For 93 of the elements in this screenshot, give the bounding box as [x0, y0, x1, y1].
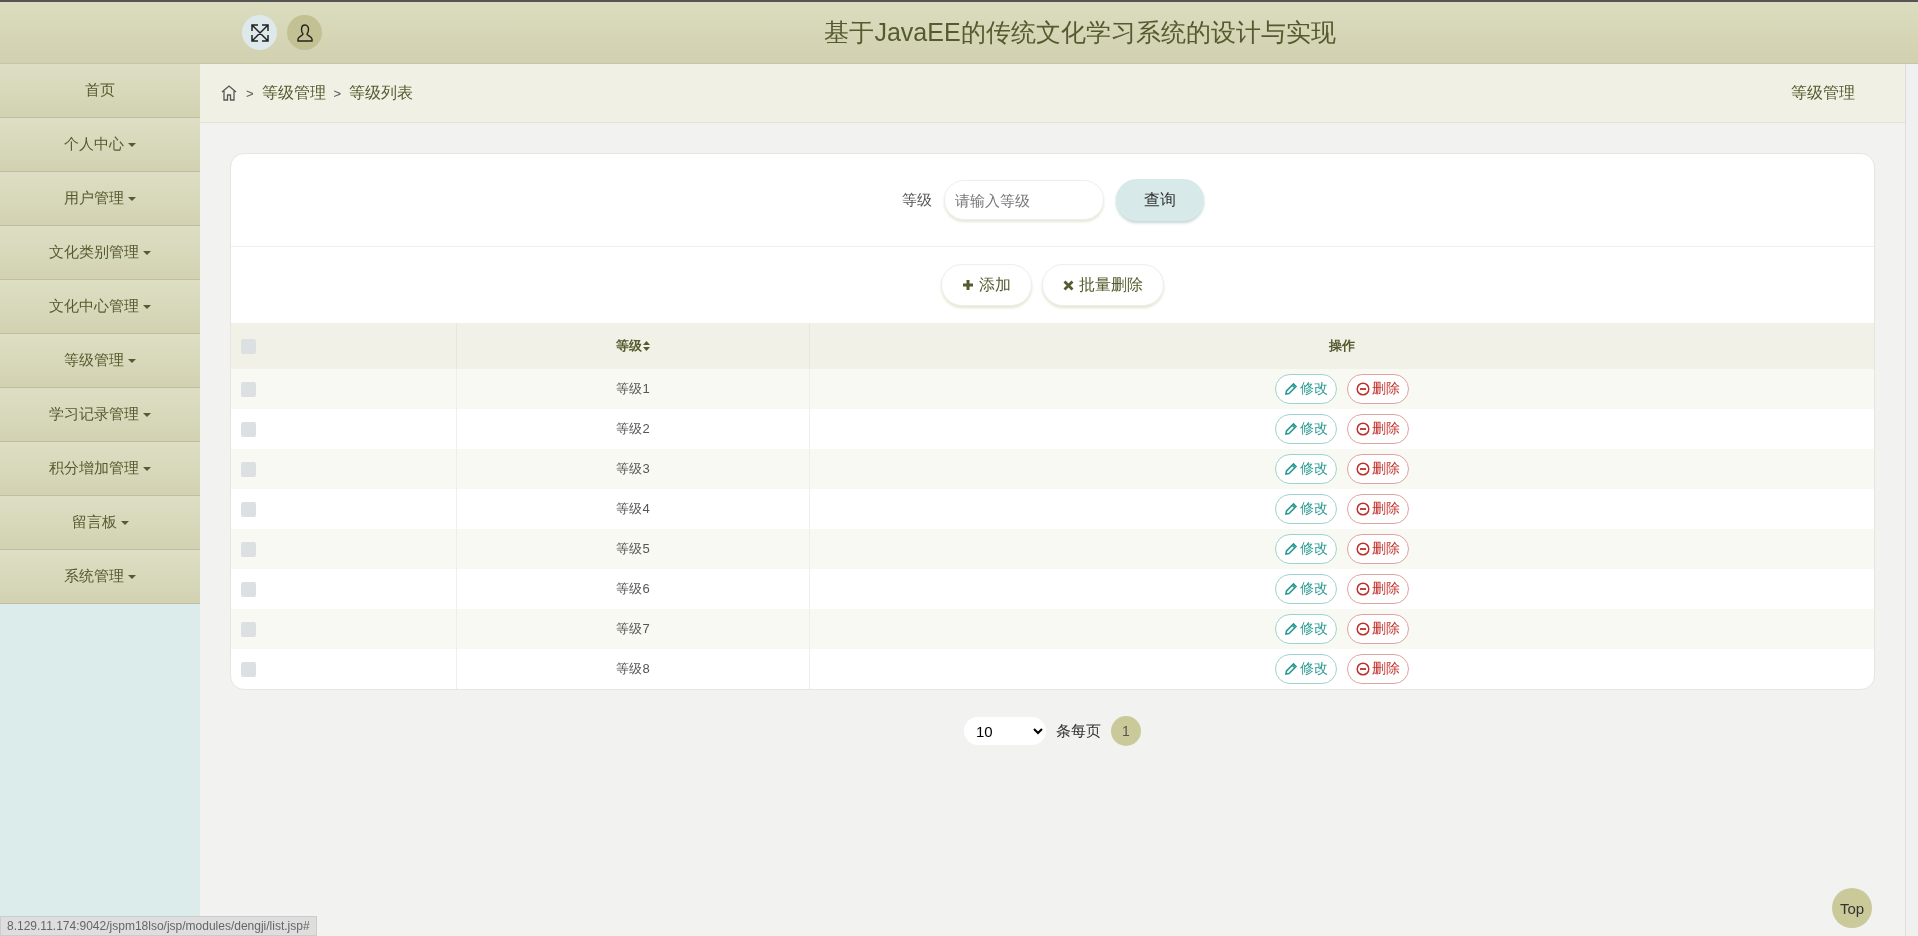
table-cell: 等级1	[616, 381, 650, 396]
caret-icon	[143, 412, 151, 417]
checkbox[interactable]	[241, 422, 256, 438]
checkbox[interactable]	[241, 502, 256, 518]
sidebar-item[interactable]: 首页	[0, 64, 200, 118]
fullscreen-button[interactable]	[242, 15, 277, 50]
pencil-icon	[1284, 662, 1298, 676]
checkbox[interactable]	[241, 582, 256, 598]
minus-circle-icon	[1356, 662, 1370, 676]
pencil-icon	[1284, 582, 1298, 596]
caret-icon	[128, 196, 136, 201]
page-size-select[interactable]: 10	[964, 717, 1046, 745]
cross-icon	[1063, 279, 1074, 291]
app-title: 基于JavaEE的传统文化学习系统的设计与实现	[823, 17, 1337, 48]
minus-circle-icon	[1356, 502, 1370, 516]
checkbox[interactable]	[241, 662, 256, 678]
delete-button[interactable]: 删除	[1347, 534, 1409, 564]
minus-circle-icon	[1356, 422, 1370, 436]
table-cell: 等级7	[616, 621, 650, 636]
sidebar-item[interactable]: 留言板	[0, 496, 200, 550]
sidebar-item[interactable]: 文化中心管理	[0, 280, 200, 334]
sidebar-item[interactable]: 学习记录管理	[0, 388, 200, 442]
table-cell: 等级5	[616, 541, 650, 556]
search-label: 等级	[901, 190, 932, 210]
caret-icon	[128, 574, 136, 579]
caret-icon	[143, 304, 151, 309]
breadcrumb-link[interactable]: 等级管理	[261, 82, 326, 104]
pencil-icon	[1284, 462, 1298, 476]
sidebar-item[interactable]: 用户管理	[0, 172, 200, 226]
edit-button[interactable]: 修改	[1275, 614, 1337, 644]
search-button[interactable]: 查询	[1115, 179, 1204, 221]
expand-arrows-icon	[249, 22, 270, 43]
column-header[interactable]: 等级	[616, 337, 650, 355]
sidebar-item[interactable]: 个人中心	[0, 118, 200, 172]
column-header: 操作	[1329, 337, 1355, 355]
add-button[interactable]: 添加	[941, 264, 1032, 306]
checkbox[interactable]	[241, 382, 256, 398]
edit-button[interactable]: 修改	[1275, 414, 1337, 444]
table-cell: 等级6	[616, 581, 650, 596]
scrollbar[interactable]	[1905, 64, 1918, 936]
pencil-icon	[1284, 382, 1298, 396]
checkbox[interactable]	[241, 622, 256, 638]
pencil-icon	[1284, 422, 1298, 436]
delete-button[interactable]: 删除	[1347, 574, 1409, 604]
page-title: 等级管理	[1791, 82, 1855, 103]
home-icon[interactable]	[220, 84, 238, 102]
delete-button[interactable]: 删除	[1347, 454, 1409, 484]
per-page-label: 条每页	[1056, 721, 1101, 741]
delete-button[interactable]: 删除	[1347, 494, 1409, 524]
level-search-field[interactable]: 请输入等级	[943, 180, 1104, 220]
pencil-icon	[1284, 502, 1298, 516]
sidebar-item[interactable]: 积分增加管理	[0, 442, 200, 496]
edit-button[interactable]: 修改	[1275, 494, 1337, 524]
minus-circle-icon	[1356, 582, 1370, 596]
page-button[interactable]: 1	[1111, 716, 1141, 746]
caret-icon	[120, 520, 129, 525]
user-icon	[294, 22, 315, 43]
edit-button[interactable]: 修改	[1275, 534, 1337, 564]
edit-button[interactable]: 修改	[1275, 454, 1337, 484]
sidebar-item[interactable]: 文化类别管理	[0, 226, 200, 280]
checkbox[interactable]	[241, 542, 256, 558]
table-cell: 等级4	[616, 501, 650, 516]
edit-button[interactable]: 修改	[1275, 654, 1337, 684]
pencil-icon	[1284, 542, 1298, 556]
caret-icon	[128, 358, 136, 363]
breadcrumb-separator: >	[333, 85, 342, 101]
breadcrumb-link[interactable]: 等级列表	[349, 82, 414, 104]
checkbox[interactable]	[241, 462, 256, 478]
table-cell: 等级8	[616, 661, 650, 676]
minus-circle-icon	[1356, 622, 1370, 636]
delete-button[interactable]: 删除	[1347, 414, 1409, 444]
table-cell: 等级3	[616, 461, 650, 476]
delete-button[interactable]: 删除	[1347, 654, 1409, 684]
sidebar-item[interactable]: 等级管理	[0, 334, 200, 388]
table-cell: 等级2	[616, 421, 650, 436]
minus-circle-icon	[1356, 462, 1370, 476]
minus-circle-icon	[1356, 542, 1370, 556]
status-url: 8.129.11.174:9042/jspm18lso/jsp/modules/dengji/list.jsp#	[0, 916, 317, 936]
caret-icon	[128, 142, 136, 147]
edit-button[interactable]: 修改	[1275, 574, 1337, 604]
minus-circle-icon	[1356, 382, 1370, 396]
batch-delete-button[interactable]: 批量删除	[1042, 264, 1164, 306]
sort-icon[interactable]	[643, 341, 650, 351]
user-button[interactable]	[287, 15, 322, 50]
edit-button[interactable]: 修改	[1275, 374, 1337, 404]
caret-icon	[143, 466, 151, 471]
pencil-icon	[1284, 622, 1298, 636]
plus-icon	[962, 279, 974, 291]
breadcrumb-separator: >	[246, 85, 254, 101]
caret-icon	[143, 250, 151, 255]
delete-button[interactable]: 删除	[1347, 374, 1409, 404]
sidebar-item[interactable]: 系统管理	[0, 550, 200, 604]
delete-button[interactable]: 删除	[1347, 614, 1409, 644]
